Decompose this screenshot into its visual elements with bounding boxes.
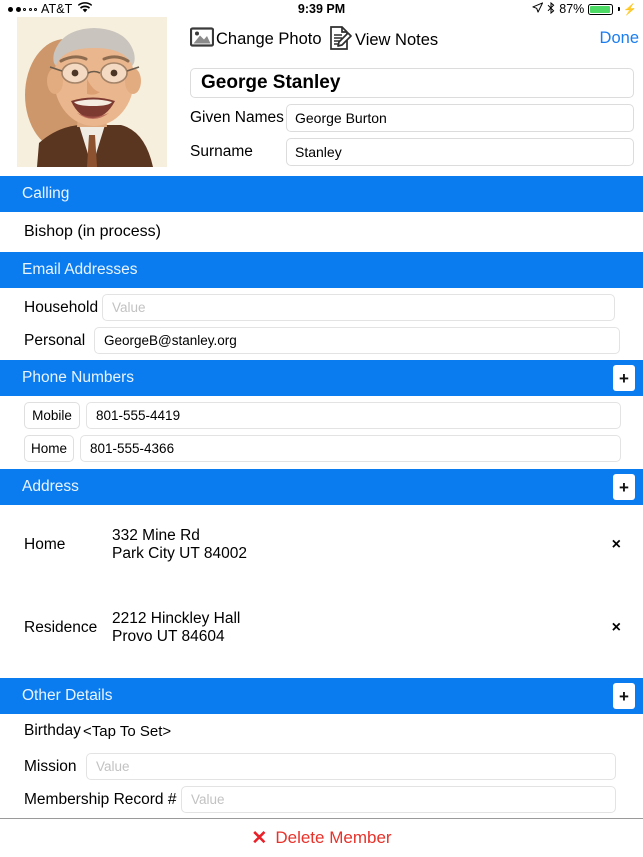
phone-number-mobile[interactable]: 801-555-4419 bbox=[86, 402, 621, 429]
battery-cap-icon bbox=[618, 7, 621, 11]
address-section-body: Home 332 Mine Rd Park City UT 84002 × Re… bbox=[0, 505, 643, 673]
section-header-phone: Phone Numbers + bbox=[0, 360, 643, 396]
email-section-title: Email Addresses bbox=[22, 261, 138, 278]
section-header-email: Email Addresses bbox=[0, 252, 643, 288]
remove-address-residence-button[interactable]: × bbox=[612, 620, 621, 636]
photo-icon bbox=[189, 27, 215, 52]
add-phone-button[interactable]: + bbox=[613, 365, 635, 391]
x-mark-icon: ✕ bbox=[251, 827, 268, 849]
view-notes-button[interactable]: View Notes bbox=[327, 25, 438, 56]
email-row-household: Household Value bbox=[0, 294, 643, 321]
mission-row: Mission Value bbox=[0, 753, 643, 780]
phone-type-mobile[interactable]: Mobile bbox=[24, 402, 80, 429]
done-button[interactable]: Done bbox=[600, 29, 639, 48]
phone-number-home[interactable]: 801-555-4366 bbox=[80, 435, 621, 462]
address-label-residence: Residence bbox=[24, 619, 98, 637]
section-header-other: Other Details + bbox=[0, 678, 643, 714]
change-photo-label: Change Photo bbox=[216, 30, 322, 48]
address-line1-home: 332 Mine Rd bbox=[112, 527, 200, 544]
name-fields: George Stanley Given Names George Burton… bbox=[190, 68, 634, 166]
surname-label: Surname bbox=[190, 143, 253, 160]
section-header-address: Address + bbox=[0, 469, 643, 505]
member-photo[interactable] bbox=[17, 17, 167, 167]
calling-row[interactable]: Bishop (in process) bbox=[0, 212, 643, 252]
birthday-label: Birthday bbox=[24, 722, 81, 739]
membership-input[interactable]: Value bbox=[181, 786, 616, 813]
address-line1-residence: 2212 Hinckley Hall bbox=[112, 610, 241, 627]
status-bar: AT&T 9:39 PM 87% ⚡ bbox=[0, 0, 643, 18]
address-label-home: Home bbox=[24, 536, 66, 554]
address-line2-home: Park City UT 84002 bbox=[112, 545, 247, 563]
bluetooth-icon bbox=[547, 1, 555, 17]
status-bar-right: 87% ⚡ bbox=[532, 1, 637, 17]
address-row-residence[interactable]: Residence 2212 Hinckley Hall Provo UT 84… bbox=[0, 610, 643, 647]
phone-row-home: Home 801-555-4366 bbox=[0, 435, 643, 462]
phone-type-home[interactable]: Home bbox=[24, 435, 74, 462]
address-row-home[interactable]: Home 332 Mine Rd Park City UT 84002 × bbox=[0, 527, 643, 564]
notes-pencil-icon bbox=[327, 25, 353, 56]
household-label: Household bbox=[24, 298, 99, 316]
calling-value: Bishop (in process) bbox=[24, 223, 161, 240]
view-notes-label: View Notes bbox=[355, 31, 439, 49]
delete-member-button[interactable]: ✕ Delete Member bbox=[0, 819, 643, 857]
add-other-detail-button[interactable]: + bbox=[613, 683, 635, 709]
phone-row-mobile: Mobile 801-555-4419 bbox=[0, 402, 643, 429]
given-names-label: Given Names bbox=[190, 109, 284, 126]
member-edit-screen: AT&T 9:39 PM 87% ⚡ Change Photo View Not… bbox=[0, 0, 643, 857]
remove-address-home-button[interactable]: × bbox=[612, 537, 621, 553]
surname-input[interactable]: Stanley bbox=[286, 138, 634, 166]
phone-section-title: Phone Numbers bbox=[22, 369, 135, 386]
delete-member-label: Delete Member bbox=[275, 828, 392, 847]
address-text-residence: 2212 Hinckley Hall Provo UT 84604 bbox=[112, 610, 240, 647]
personal-label: Personal bbox=[24, 331, 86, 349]
add-address-button[interactable]: + bbox=[613, 474, 635, 500]
membership-label: Membership Record # bbox=[24, 790, 177, 808]
address-section-title: Address bbox=[22, 478, 79, 495]
charging-bolt-icon: ⚡ bbox=[623, 3, 637, 16]
top-action-bar: Change Photo View Notes Done bbox=[189, 24, 643, 60]
portrait-image bbox=[17, 17, 167, 167]
section-header-calling: Calling bbox=[0, 176, 643, 212]
location-arrow-icon bbox=[532, 2, 544, 16]
given-names-input[interactable]: George Burton bbox=[286, 104, 634, 132]
email-row-personal: Personal GeorgeB@stanley.org bbox=[0, 327, 643, 354]
given-names-row: Given Names George Burton bbox=[190, 104, 634, 132]
membership-row: Membership Record # Value bbox=[0, 786, 643, 813]
calling-section-body: Bishop (in process) bbox=[0, 212, 643, 252]
birthday-row: Birthday <Tap To Set> bbox=[0, 722, 643, 740]
surname-row: Surname Stanley bbox=[190, 138, 634, 166]
household-email-input[interactable]: Value bbox=[102, 294, 615, 321]
address-text-home: 332 Mine Rd Park City UT 84002 bbox=[112, 527, 247, 564]
display-name-field[interactable]: George Stanley bbox=[190, 68, 634, 98]
battery-percent-label: 87% bbox=[559, 2, 585, 16]
change-photo-button[interactable]: Change Photo bbox=[189, 27, 322, 52]
other-section-title: Other Details bbox=[22, 687, 113, 704]
birthday-value[interactable]: <Tap To Set> bbox=[83, 723, 171, 740]
other-section-body: Birthday <Tap To Set> Mission Value Memb… bbox=[0, 714, 643, 818]
phone-section-body: Mobile 801-555-4419 Home 801-555-4366 bbox=[0, 396, 643, 464]
battery-icon bbox=[588, 3, 614, 15]
mission-label: Mission bbox=[24, 757, 77, 775]
email-section-body: Household Value Personal GeorgeB@stanley… bbox=[0, 288, 643, 358]
personal-email-input[interactable]: GeorgeB@stanley.org bbox=[94, 327, 620, 354]
mission-input[interactable]: Value bbox=[86, 753, 616, 780]
calling-section-title: Calling bbox=[22, 185, 70, 202]
address-line2-residence: Provo UT 84604 bbox=[112, 628, 225, 646]
